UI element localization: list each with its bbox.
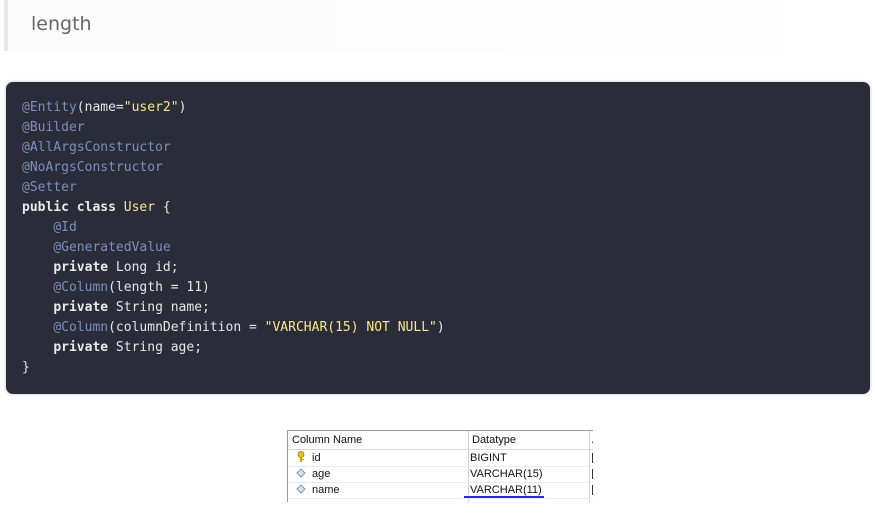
table-header: Column Name Datatype A	[288, 431, 593, 450]
code-token: String age;	[108, 340, 203, 355]
code-token: "user2"	[123, 100, 179, 115]
code-token: User	[123, 200, 156, 215]
code-token: class	[76, 200, 116, 215]
key-icon	[296, 451, 306, 466]
code-token: @Entity	[22, 100, 77, 115]
code-line: @AllArgsConstructor	[22, 138, 854, 158]
column-icon	[296, 483, 306, 498]
column-name-cell: id	[312, 452, 321, 464]
code-token: }	[22, 360, 30, 375]
code-line: private String age;	[22, 338, 854, 358]
db-column-table: Column Name Datatype A id BIGINT age VARCHA…	[287, 430, 593, 502]
code-token: private	[53, 300, 109, 315]
code-line: @Column(columnDefinition = "VARCHAR(15) …	[22, 318, 854, 338]
code-line: @Id	[22, 218, 854, 238]
header-allow-nulls: A	[592, 434, 593, 446]
column-name-cell: age	[312, 468, 331, 480]
code-line: @NoArgsConstructor	[22, 158, 854, 178]
code-token: public	[22, 200, 69, 215]
highlight-underline	[464, 496, 544, 498]
code-token: private	[53, 260, 109, 275]
code-line: @GeneratedValue	[22, 238, 854, 258]
code-token: @GeneratedValue	[53, 240, 171, 255]
table-row[interactable]: id BIGINT	[288, 450, 593, 466]
code-token: (length = 11)	[108, 280, 210, 295]
column-name-cell: name	[312, 484, 340, 496]
code-token: "VARCHAR(15) NOT NULL"	[264, 320, 437, 335]
code-line: private Long id;	[22, 258, 854, 278]
code-token: @Builder	[22, 120, 85, 135]
code-line: @Setter	[22, 178, 854, 198]
allow-nulls-checkbox[interactable]	[592, 469, 593, 479]
code-line: @Column(length = 11)	[22, 278, 854, 298]
table-row[interactable]: name VARCHAR(11)	[288, 482, 593, 498]
code-token: @Id	[53, 220, 77, 235]
datatype-cell: VARCHAR(11)	[470, 484, 542, 496]
code-token: @NoArgsConstructor	[22, 160, 163, 175]
allow-nulls-checkbox[interactable]	[592, 453, 593, 463]
datatype-cell: BIGINT	[470, 452, 507, 464]
datatype-cell: VARCHAR(15)	[470, 468, 543, 480]
column-icon	[296, 467, 306, 482]
code-token: )	[436, 320, 445, 335]
blockquote: length	[4, 0, 872, 51]
code-line: }	[22, 358, 854, 378]
section-heading: length	[31, 13, 92, 35]
code-token: @Column	[53, 280, 109, 295]
code-token: @Setter	[22, 180, 77, 195]
code-token: (name=	[76, 100, 124, 115]
code-line: @Entity(name="user2")	[22, 98, 854, 118]
code-line: @Builder	[22, 118, 854, 138]
code-block: @Entity(name="user2") @Builder @AllArgsCon…	[6, 82, 870, 394]
code-token: (columnDefinition =	[108, 320, 265, 335]
code-token: private	[53, 340, 109, 355]
code-line: public class User {	[22, 198, 854, 218]
code-token: @Column	[53, 320, 109, 335]
row-divider	[288, 498, 593, 499]
header-column-name: Column Name	[292, 434, 363, 446]
code-token: String name;	[108, 300, 210, 315]
table-row[interactable]: age VARCHAR(15)	[288, 466, 593, 482]
header-datatype: Datatype	[472, 434, 517, 446]
code-token: @AllArgsConstructor	[22, 140, 171, 155]
allow-nulls-checkbox[interactable]	[592, 485, 593, 495]
code-token: Long id;	[108, 260, 179, 275]
code-line: private String name;	[22, 298, 854, 318]
code-token: )	[178, 100, 187, 115]
code-token: {	[155, 200, 171, 215]
